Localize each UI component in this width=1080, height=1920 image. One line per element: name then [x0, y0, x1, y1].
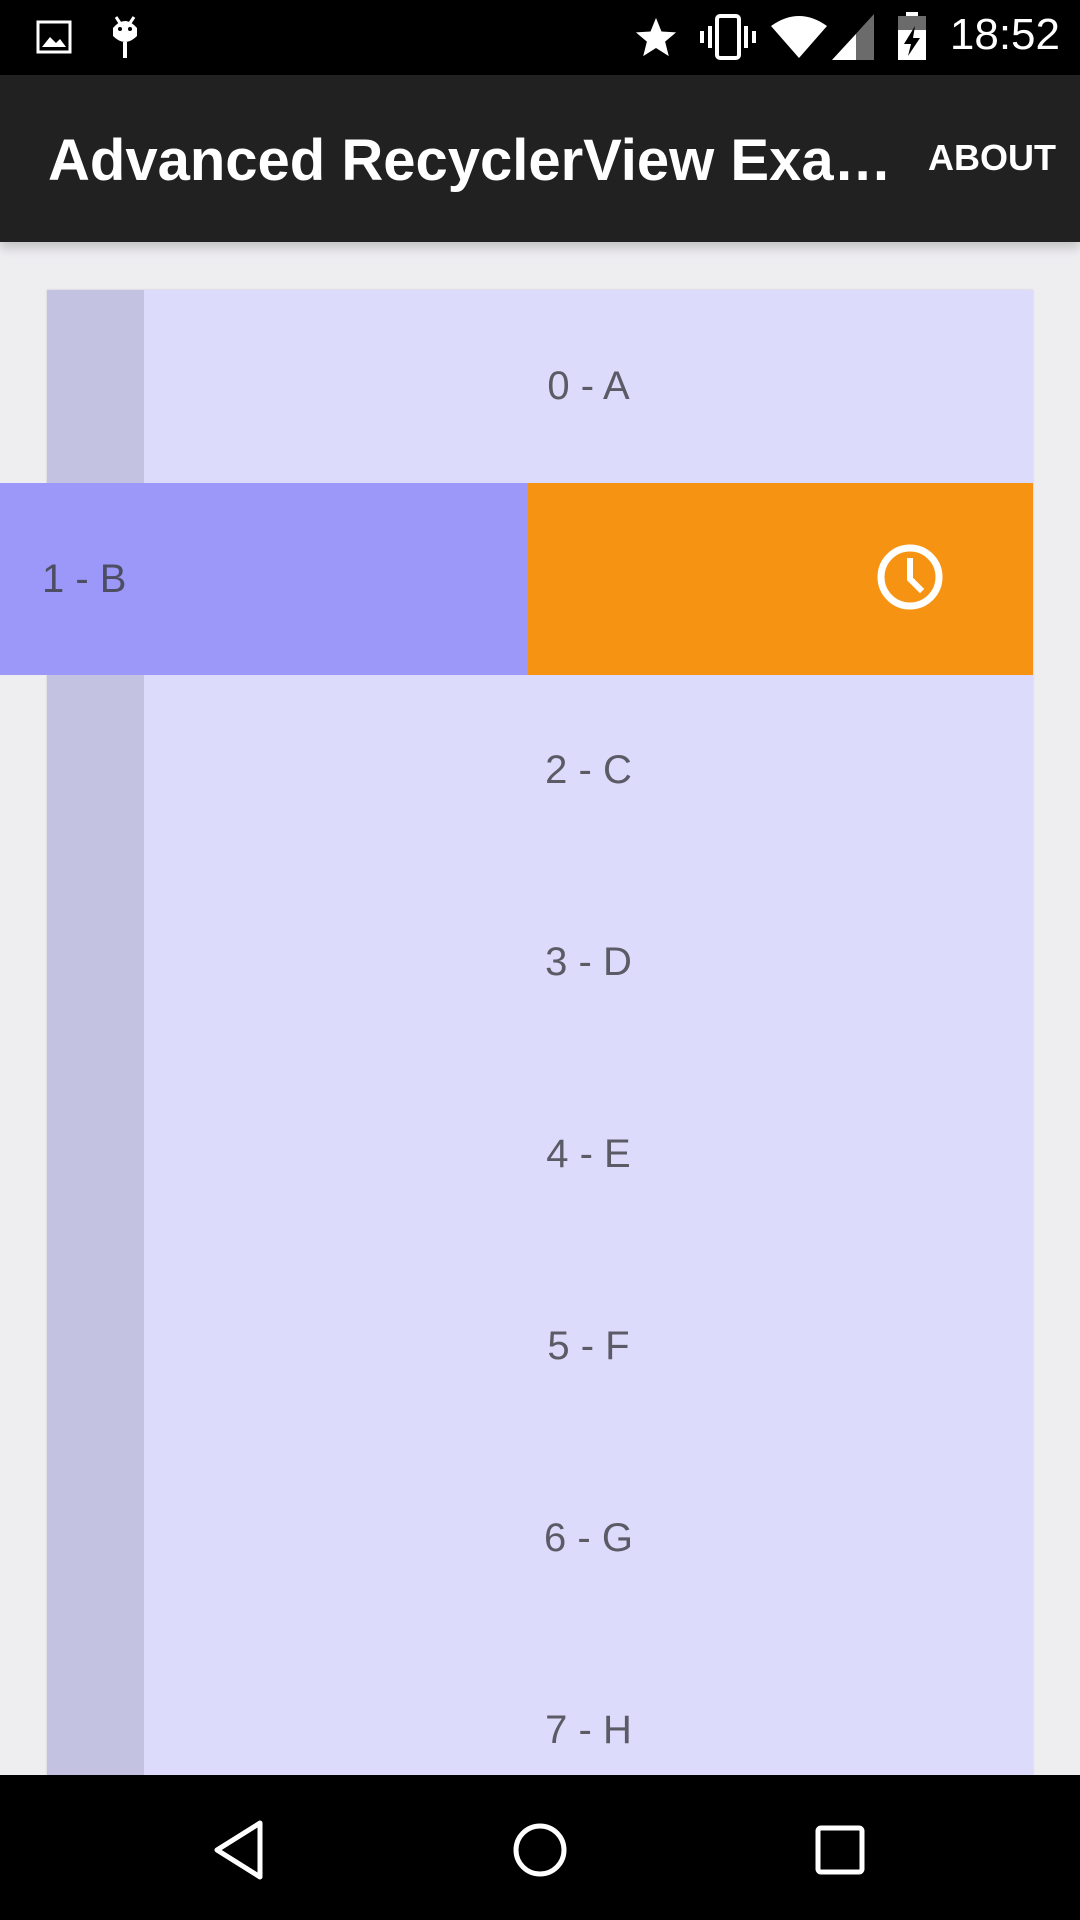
list-item[interactable]: 7 - H [47, 1634, 1033, 1775]
drag-handle[interactable] [47, 866, 144, 1058]
clock-time: 18:52 [949, 10, 1060, 59]
swiped-list-item[interactable]: 1 - B [0, 483, 528, 675]
app-bar: Advanced RecyclerView Exa… ABOUT [0, 75, 1080, 242]
drag-handle[interactable] [47, 290, 144, 482]
list-item-label: 6 - G [544, 1515, 633, 1560]
wifi-icon [771, 16, 827, 58]
app-title: Advanced RecyclerView Exa… [48, 128, 892, 193]
drag-handle[interactable] [47, 674, 144, 866]
list-item-label: 5 - F [547, 1323, 630, 1368]
list-item[interactable]: 3 - D [47, 866, 1033, 1059]
list-item[interactable]: 2 - C [47, 674, 1033, 867]
recents-icon[interactable] [805, 1815, 875, 1885]
drag-handle[interactable] [47, 1634, 144, 1775]
list-item-label: 7 - H [545, 1707, 632, 1752]
drag-handle[interactable] [47, 1442, 144, 1634]
battery-charging-icon [898, 12, 926, 60]
vibrate-icon [700, 14, 756, 60]
list-item[interactable]: 4 - E [47, 1058, 1033, 1251]
clock-icon [877, 544, 943, 610]
star-icon [635, 17, 677, 57]
swipe-action-background[interactable] [528, 483, 1033, 675]
android-debug-icon [113, 16, 137, 58]
list-item-label: 3 - D [545, 939, 632, 984]
list-item-label: 0 - A [547, 363, 630, 408]
signal-icon [832, 14, 874, 60]
list-item-label: 4 - E [546, 1131, 631, 1176]
image-icon [36, 20, 72, 54]
list-item[interactable]: 6 - G [47, 1442, 1033, 1635]
about-button[interactable]: ABOUT [928, 137, 1056, 179]
list-item-label: 1 - B [42, 556, 127, 601]
home-icon[interactable] [505, 1815, 575, 1885]
list-item[interactable]: 5 - F [47, 1250, 1033, 1443]
list-item-label: 2 - C [545, 747, 632, 792]
drag-handle[interactable] [47, 1250, 144, 1442]
navigation-bar [0, 1775, 1080, 1920]
drag-handle[interactable] [47, 1058, 144, 1250]
status-bar: 18:52 [0, 0, 1080, 75]
list-item[interactable]: 0 - A [47, 290, 1033, 483]
back-icon[interactable] [205, 1815, 275, 1885]
